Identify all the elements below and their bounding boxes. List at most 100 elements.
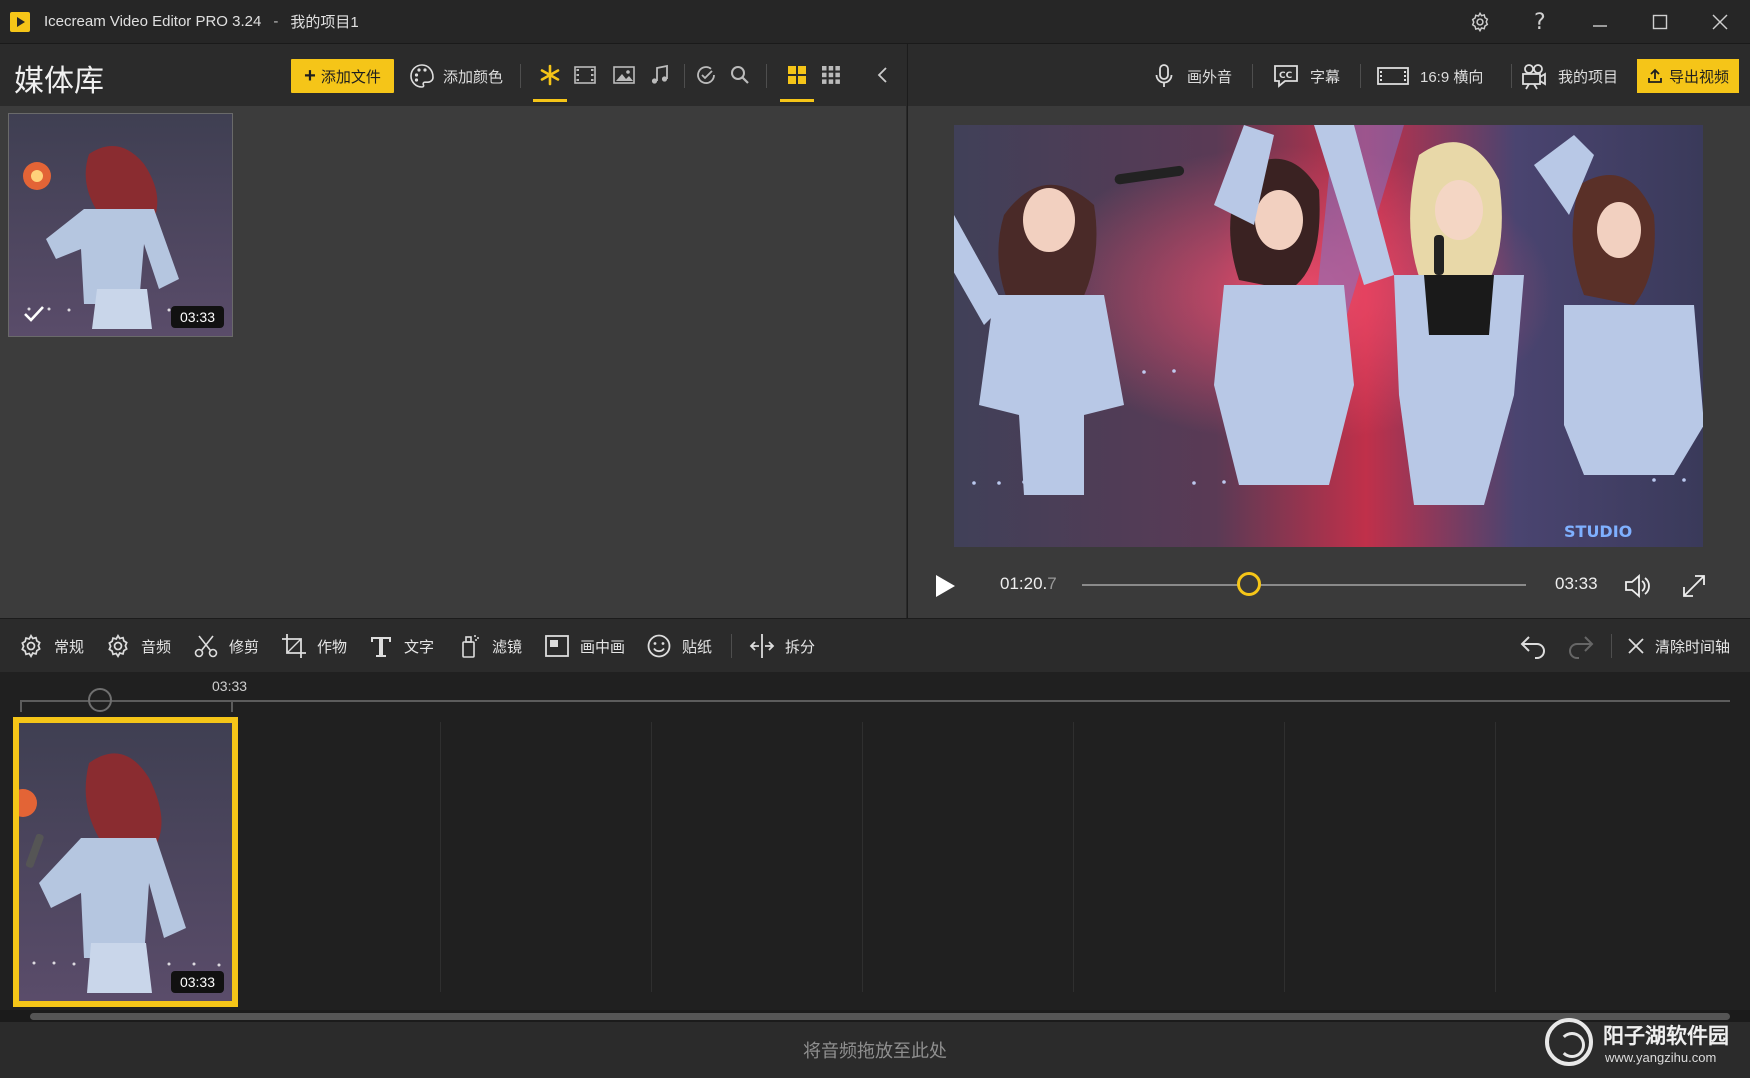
current-time-fraction: 7 (1047, 574, 1057, 593)
studio-watermark-logo: STUDIO (1564, 522, 1632, 541)
seek-slider-thumb[interactable] (1237, 572, 1262, 596)
app-logo-icon (10, 11, 30, 32)
ruler-end-tick (231, 700, 233, 712)
split-icon (749, 634, 775, 658)
crop-icon (282, 634, 306, 658)
add-file-button[interactable]: + 添加文件 (291, 59, 394, 93)
used-filter-icon[interactable] (691, 60, 721, 90)
audio-drop-hint: 将音频拖放至此处 (803, 1041, 947, 1061)
large-grid-view-icon[interactable] (782, 60, 812, 90)
close-icon[interactable] (1690, 0, 1750, 44)
toolbar-divider (1511, 64, 1512, 88)
projects-camera-icon (1522, 64, 1546, 90)
crop-label: 作物 (317, 638, 348, 656)
add-color-label: 添加颜色 (443, 68, 504, 86)
export-video-button[interactable]: 导出视频 (1637, 59, 1739, 93)
timeline-clip-thumbnail (19, 723, 232, 1001)
player-controls: 01:20.7 03:33 (908, 564, 1750, 618)
aspect-ratio-button[interactable]: 16:9 横向 (1376, 59, 1483, 93)
clear-timeline-button[interactable]: 清除时间轴 (1627, 619, 1730, 673)
help-icon[interactable]: ? (1510, 0, 1570, 44)
total-time: 03:33 (1555, 574, 1598, 593)
add-file-label: 添加文件 (320, 68, 381, 86)
pip-button[interactable]: 画中画 (544, 619, 625, 673)
watermark-title: 阳子湖软件园 (1603, 1024, 1729, 1048)
redo-icon[interactable] (1567, 633, 1595, 659)
audio-drop-zone[interactable]: 将音频拖放至此处 (0, 1022, 1750, 1078)
upload-icon (1648, 68, 1662, 83)
timeline-scrollbar[interactable] (0, 1010, 1750, 1022)
selected-checkmark-icon (24, 306, 44, 322)
svg-text:CC: CC (1279, 71, 1293, 81)
volume-icon[interactable] (1623, 572, 1653, 600)
settings-icon[interactable] (1450, 0, 1510, 44)
text-button[interactable]: 文字 (368, 619, 434, 673)
clip-duration-badge: 03:33 (170, 971, 224, 993)
pip-label: 画中画 (580, 638, 626, 656)
toolbar-divider (684, 64, 685, 88)
image-filter-icon[interactable] (609, 60, 639, 90)
all-media-filter-icon[interactable] (535, 60, 565, 90)
search-icon[interactable] (725, 60, 755, 90)
timeline-clip[interactable]: 03:33 (13, 717, 238, 1007)
music-filter-icon[interactable] (645, 60, 675, 90)
general-label: 常规 (54, 638, 85, 656)
active-view-indicator (780, 99, 814, 102)
subtitles-button[interactable]: CC 字幕 (1272, 59, 1340, 93)
track-grid-line (440, 722, 441, 992)
export-video-label: 导出视频 (1668, 68, 1729, 86)
split-label: 拆分 (785, 638, 816, 656)
current-time: 01:20.7 (1000, 574, 1057, 594)
text-label: 文字 (404, 638, 435, 656)
scissors-icon (194, 635, 218, 658)
palette-icon (410, 64, 434, 88)
clear-timeline-label: 清除时间轴 (1655, 638, 1731, 656)
title-bar: Icecream Video Editor PRO 3.24 - 我的项目1 ? (0, 0, 1750, 44)
toolbar-divider (1252, 64, 1253, 88)
add-color-button[interactable]: 添加颜色 (409, 59, 503, 93)
timeline-ruler[interactable] (20, 700, 1730, 702)
seek-slider[interactable] (1082, 584, 1526, 586)
small-grid-view-icon[interactable] (816, 60, 846, 90)
filter-label: 滤镜 (492, 638, 523, 656)
my-projects-button[interactable]: 我的项目 (1520, 59, 1618, 93)
video-filter-icon[interactable] (570, 60, 600, 90)
fullscreen-icon[interactable] (1680, 572, 1708, 600)
sticker-button[interactable]: 贴纸 (646, 619, 712, 673)
timeline-playhead[interactable] (88, 688, 112, 712)
media-library-title: 媒体库 (14, 64, 104, 99)
media-toolbar: 媒体库 + 添加文件 添加颜色 (0, 44, 906, 106)
media-library-panel: 媒体库 + 添加文件 添加颜色 03:33 (0, 44, 906, 618)
timeline-scrollbar-thumb[interactable] (30, 1013, 1730, 1020)
video-frame-image: STUDIO (954, 125, 1703, 547)
track-grid-line (862, 722, 863, 992)
text-icon (371, 637, 391, 657)
undo-icon[interactable] (1519, 633, 1547, 659)
track-grid-line (1284, 722, 1285, 992)
watermark-logo-icon (1545, 1018, 1593, 1066)
minimize-icon[interactable] (1570, 0, 1630, 44)
media-item[interactable]: 03:33 (8, 113, 233, 337)
filter-spray-icon (462, 635, 479, 658)
window-controls: ? (1450, 0, 1750, 44)
split-button[interactable]: 拆分 (749, 619, 815, 673)
audio-label: 音频 (141, 638, 172, 656)
trim-button[interactable]: 修剪 (193, 619, 259, 673)
maximize-icon[interactable] (1630, 0, 1690, 44)
clear-x-icon (1628, 638, 1644, 654)
my-projects-label: 我的项目 (1558, 68, 1619, 86)
app-title: Icecream Video Editor PRO 3.24 (44, 13, 262, 30)
filter-button[interactable]: 滤镜 (458, 619, 522, 673)
play-icon[interactable] (932, 572, 958, 600)
picture-in-picture-icon (545, 635, 569, 657)
preview-toolbar: 画外音 CC 字幕 16:9 横向 我的项目 导出视频 (908, 44, 1750, 106)
collapse-panel-icon[interactable] (868, 60, 898, 90)
video-preview[interactable]: STUDIO (954, 125, 1703, 547)
title-separator: - (273, 13, 279, 30)
crop-button[interactable]: 作物 (281, 619, 347, 673)
general-button[interactable]: 常规 (18, 619, 84, 673)
voiceover-button[interactable]: 画外音 (1153, 59, 1232, 93)
audio-button[interactable]: 音频 (105, 619, 171, 673)
settings-icon (21, 633, 41, 659)
svg-text:?: ? (1534, 10, 1546, 34)
